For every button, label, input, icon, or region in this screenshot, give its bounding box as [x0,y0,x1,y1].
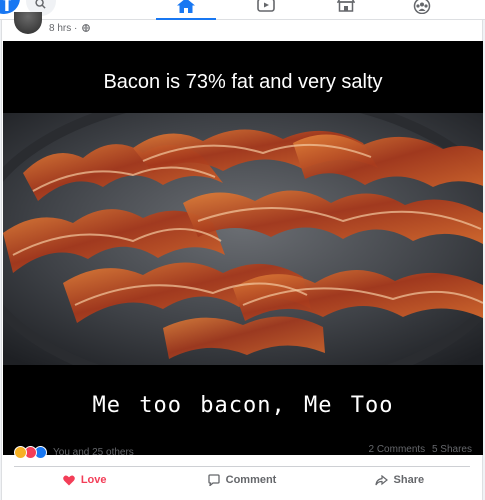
divider [14,466,470,467]
love-label: Love [80,474,107,486]
watch-icon [257,0,275,12]
haha-icon [14,445,27,459]
groups-icon [413,0,431,14]
globe-icon [82,24,90,32]
image-caption-top: Bacon is 73% fat and very salty [103,71,383,93]
top-navigation-bar: f [0,0,485,21]
marketplace-icon [337,0,355,12]
search-icon [35,0,46,9]
post-actions: Love Comment Share [6,469,478,491]
post-card: 8 hrs · Bacon is 73% fat and very salty [1,12,483,500]
engagement-counts: 2 Comments 5 Shares [365,444,473,455]
post-timestamp[interactable]: 8 hrs · [49,23,90,34]
comment-button[interactable]: Comment [163,469,320,491]
comments-count-link[interactable]: 2 Comments [369,444,426,455]
comment-icon [207,474,220,486]
frying-pan-with-bacon [3,113,483,365]
tab-marketplace[interactable] [316,0,376,20]
shares-count-link[interactable]: 5 Shares [432,444,472,455]
image-caption-bottom: Me too bacon, Me Too [92,393,394,418]
tab-groups[interactable] [392,0,452,20]
tab-home[interactable] [156,0,216,21]
reactions-text: You and 25 others [53,446,134,458]
comment-label: Comment [225,474,277,486]
post-image[interactable]: Bacon is 73% fat and very salty Me too b… [3,41,483,455]
reactions-summary[interactable]: You and 25 others [14,444,134,460]
share-label: Share [393,474,425,486]
post-time-text: 8 hrs · [49,23,78,34]
heart-icon [63,475,75,485]
avatar[interactable] [14,12,42,34]
share-icon [374,474,388,485]
love-button[interactable]: Love [6,469,163,491]
home-icon [177,0,195,13]
share-button[interactable]: Share [321,469,478,491]
tab-watch[interactable] [236,0,296,20]
